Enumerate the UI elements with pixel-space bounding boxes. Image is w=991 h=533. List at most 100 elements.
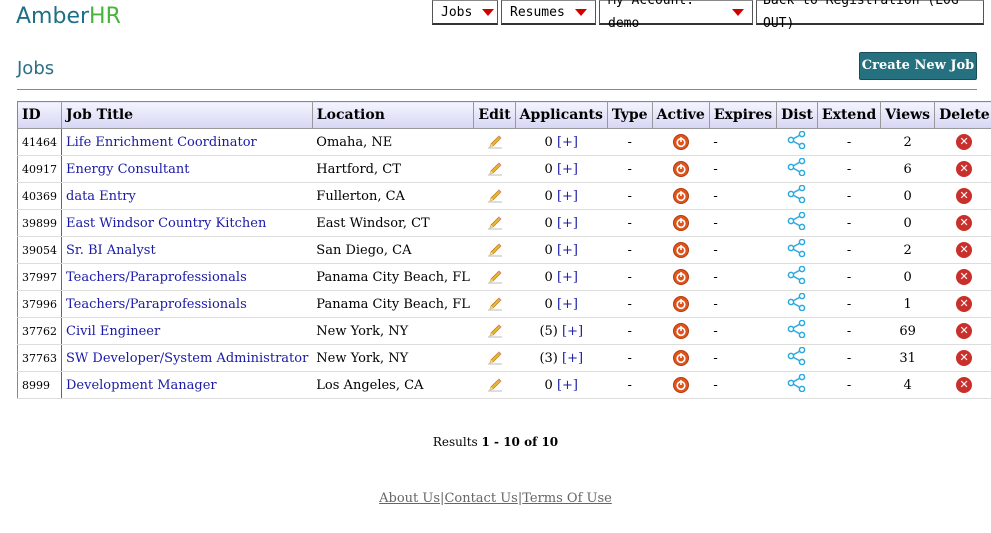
applicant-count[interactable]: 0 xyxy=(545,162,553,177)
pencil-icon[interactable] xyxy=(487,323,503,339)
delete-icon[interactable]: ✕ xyxy=(956,188,973,204)
applicant-count[interactable]: 0 xyxy=(545,297,553,312)
share-icon[interactable] xyxy=(787,130,807,153)
header-type[interactable]: Type xyxy=(607,101,653,129)
header-location[interactable]: Location xyxy=(312,101,475,129)
delete-icon[interactable]: ✕ xyxy=(956,377,973,393)
delete-icon[interactable]: ✕ xyxy=(956,161,973,177)
power-icon[interactable] xyxy=(672,188,689,204)
delete-icon[interactable]: ✕ xyxy=(956,215,973,231)
job-extend: - xyxy=(817,344,881,372)
job-views: 31 xyxy=(880,344,935,372)
share-icon[interactable] xyxy=(787,211,807,234)
footer-terms-link[interactable]: Terms Of Use xyxy=(522,491,612,506)
power-icon[interactable] xyxy=(672,242,689,258)
share-icon[interactable] xyxy=(787,373,807,396)
nav-account-menu[interactable]: My Account: demo xyxy=(599,0,753,31)
job-extend: - xyxy=(817,209,881,237)
logo[interactable]: AmberHR xyxy=(16,4,121,29)
add-applicant-link[interactable]: [+] xyxy=(557,189,578,204)
footer-contact-link[interactable]: Contact Us xyxy=(444,491,517,506)
job-title-link[interactable]: Sr. BI Analyst xyxy=(66,243,156,258)
logo-hr: HR xyxy=(89,4,121,29)
add-applicant-link[interactable]: [+] xyxy=(557,270,578,285)
job-title-link[interactable]: Teachers/Paraprofessionals xyxy=(66,297,247,312)
add-applicant-link[interactable]: [+] xyxy=(557,243,578,258)
delete-icon[interactable]: ✕ xyxy=(956,323,973,339)
applicant-count[interactable]: (5) xyxy=(539,324,557,339)
power-icon[interactable] xyxy=(672,269,689,285)
job-title-link[interactable]: Life Enrichment Coordinator xyxy=(66,135,257,150)
table-row: 39899 East Windsor Country Kitchen East … xyxy=(17,209,991,237)
header-expires[interactable]: Expires xyxy=(709,101,778,129)
job-title-link[interactable]: data Entry xyxy=(66,189,136,204)
power-icon[interactable] xyxy=(672,161,689,177)
pencil-icon[interactable] xyxy=(487,242,503,258)
job-title-link[interactable]: Civil Engineer xyxy=(66,324,160,339)
delete-icon[interactable]: ✕ xyxy=(956,350,973,366)
job-title-link[interactable]: East Windsor Country Kitchen xyxy=(66,216,266,231)
job-title-link[interactable]: Teachers/Paraprofessionals xyxy=(66,270,247,285)
delete-icon[interactable]: ✕ xyxy=(956,269,973,285)
nav-back-logout[interactable]: Back to Registration (LOG OUT) xyxy=(756,0,984,31)
share-icon[interactable] xyxy=(787,292,807,315)
pencil-icon[interactable] xyxy=(487,296,503,312)
pencil-icon[interactable] xyxy=(487,377,503,393)
power-icon[interactable] xyxy=(672,377,689,393)
delete-cell: ✕ xyxy=(934,263,991,291)
applicant-count[interactable]: 0 xyxy=(545,378,553,393)
add-applicant-link[interactable]: [+] xyxy=(557,135,578,150)
nav-resumes-menu[interactable]: Resumes xyxy=(501,0,596,25)
job-id: 37762 xyxy=(17,317,62,345)
power-icon[interactable] xyxy=(672,296,689,312)
job-title-link[interactable]: SW Developer/System Administrator xyxy=(66,351,308,366)
applicant-count[interactable]: 0 xyxy=(545,270,553,285)
add-applicant-link[interactable]: [+] xyxy=(557,216,578,231)
job-expires: - xyxy=(709,236,777,264)
power-icon[interactable] xyxy=(672,350,689,366)
job-type: - xyxy=(607,209,653,237)
delete-icon[interactable]: ✕ xyxy=(956,134,973,150)
header-applicants[interactable]: Applicants xyxy=(515,101,608,129)
share-icon[interactable] xyxy=(787,319,807,342)
share-icon[interactable] xyxy=(787,265,807,288)
header-active[interactable]: Active xyxy=(652,101,710,129)
power-icon[interactable] xyxy=(672,323,689,339)
pencil-icon[interactable] xyxy=(487,350,503,366)
add-applicant-link[interactable]: [+] xyxy=(557,162,578,177)
applicant-count[interactable]: 0 xyxy=(545,243,553,258)
job-type: - xyxy=(607,344,653,372)
pencil-icon[interactable] xyxy=(487,269,503,285)
share-icon[interactable] xyxy=(787,184,807,207)
add-applicant-link[interactable]: [+] xyxy=(562,351,583,366)
share-icon[interactable] xyxy=(787,157,807,180)
header-views[interactable]: Views xyxy=(880,101,936,129)
job-title-link[interactable]: Energy Consultant xyxy=(66,162,190,177)
applicant-count[interactable]: (3) xyxy=(539,351,557,366)
job-location: New York, NY xyxy=(312,344,474,372)
power-icon[interactable] xyxy=(672,215,689,231)
applicant-count[interactable]: 0 xyxy=(545,189,553,204)
create-new-job-button[interactable]: Create New Job xyxy=(859,52,977,80)
share-icon[interactable] xyxy=(787,238,807,261)
job-id: 37996 xyxy=(17,290,62,318)
applicant-count[interactable]: 0 xyxy=(545,135,553,150)
add-applicant-link[interactable]: [+] xyxy=(557,378,578,393)
pencil-icon[interactable] xyxy=(487,161,503,177)
add-applicant-link[interactable]: [+] xyxy=(557,297,578,312)
footer-about-link[interactable]: About Us xyxy=(379,491,440,506)
header-job-title[interactable]: Job Title xyxy=(61,101,313,129)
share-icon[interactable] xyxy=(787,346,807,369)
add-applicant-link[interactable]: [+] xyxy=(562,324,583,339)
header-id[interactable]: ID xyxy=(17,101,62,129)
delete-icon[interactable]: ✕ xyxy=(956,296,973,312)
pencil-icon[interactable] xyxy=(487,134,503,150)
pencil-icon[interactable] xyxy=(487,188,503,204)
pencil-icon[interactable] xyxy=(487,215,503,231)
applicant-count[interactable]: 0 xyxy=(545,216,553,231)
delete-icon[interactable]: ✕ xyxy=(956,242,973,258)
job-title-link[interactable]: Development Manager xyxy=(66,378,217,393)
nav-jobs-menu[interactable]: Jobs xyxy=(432,0,498,25)
job-expires: - xyxy=(709,317,777,345)
power-icon[interactable] xyxy=(672,134,689,150)
